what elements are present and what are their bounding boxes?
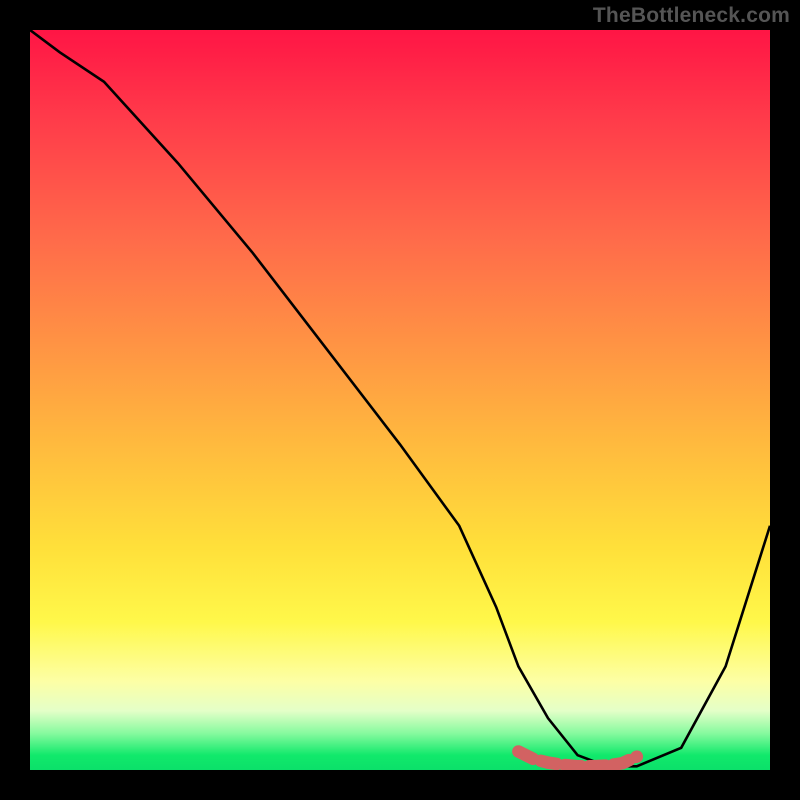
plot-area — [30, 30, 770, 770]
curve-layer — [30, 30, 770, 770]
watermark-text: TheBottleneck.com — [593, 4, 790, 28]
chart-frame: TheBottleneck.com — [0, 0, 800, 800]
bottleneck-curve — [30, 30, 770, 766]
